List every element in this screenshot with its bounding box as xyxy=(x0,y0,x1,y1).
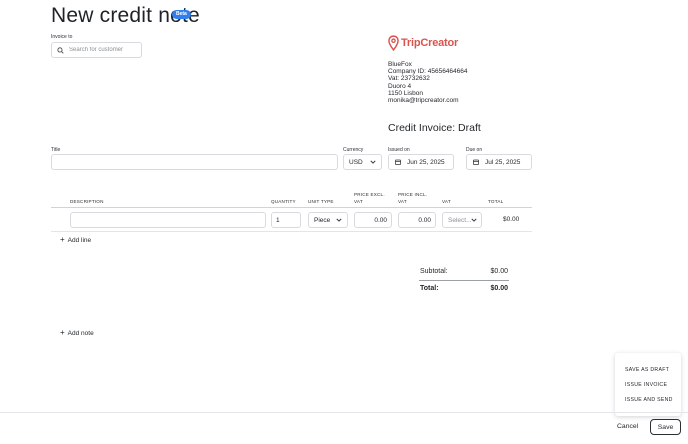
vat-placeholder: Select... xyxy=(448,216,472,224)
vat-select[interactable]: Select... xyxy=(442,212,482,228)
total-label: Total: xyxy=(420,285,439,292)
chevron-down-icon xyxy=(471,218,478,222)
menu-item-save-as-draft[interactable]: SAVE AS DRAFT xyxy=(625,367,669,373)
column-description: DESCRIPTION xyxy=(70,199,104,204)
description-input[interactable] xyxy=(70,212,266,228)
price-excl-vat-value: 0.00 xyxy=(374,216,387,224)
title-input[interactable] xyxy=(51,154,338,170)
table-header-divider xyxy=(51,207,532,208)
chevron-down-icon xyxy=(336,218,342,222)
subtotal-label: Subtotal: xyxy=(420,268,448,275)
location-pin-icon xyxy=(388,35,399,51)
company-email: monika@tripcreator.com xyxy=(388,97,459,105)
price-incl-vat-value: 0.00 xyxy=(418,216,431,224)
add-note-button[interactable]: + Add note xyxy=(60,329,94,337)
invoice-status: Credit Invoice: Draft xyxy=(388,122,481,134)
calendar-icon xyxy=(473,159,479,165)
menu-item-issue-invoice[interactable]: ISSUE INVOICE xyxy=(625,382,667,388)
plus-icon: + xyxy=(60,328,65,337)
table-row-divider xyxy=(51,231,532,232)
issued-on-date-picker[interactable]: Jun 25, 2025 xyxy=(388,154,454,170)
unit-type-select[interactable]: Piece xyxy=(308,212,348,228)
column-price-incl-vat: PRICE INCL. VAT xyxy=(398,192,427,205)
price-incl-vat-input[interactable]: 0.00 xyxy=(398,212,436,228)
company-city: 1150 Lisbon xyxy=(388,89,423,97)
footer-divider xyxy=(0,412,688,413)
add-line-button[interactable]: + Add line xyxy=(60,236,91,244)
beta-badge: Beta xyxy=(172,10,191,19)
due-on-date-picker[interactable]: Jul 25, 2025 xyxy=(466,154,532,170)
column-vat: VAT xyxy=(442,199,451,204)
column-total: TOTAL xyxy=(488,199,504,204)
column-price-incl-line2: VAT xyxy=(398,199,407,204)
cancel-button[interactable]: Cancel xyxy=(617,423,638,430)
unit-type-value: Piece xyxy=(314,216,331,224)
company-id: Company ID: 45656464664 xyxy=(388,68,468,76)
price-excl-vat-input[interactable]: 0.00 xyxy=(354,212,392,228)
menu-item-issue-and-send[interactable]: ISSUE AND SEND xyxy=(625,397,673,403)
currency-value: USD xyxy=(349,158,363,166)
quantity-value: 1 xyxy=(276,216,280,224)
add-line-label: Add line xyxy=(67,236,92,244)
customer-search-input[interactable] xyxy=(69,47,139,53)
total-value: $0.00 xyxy=(490,285,508,292)
column-price-incl-line1: PRICE INCL. xyxy=(398,192,428,197)
column-price-excl-line1: PRICE EXCL. xyxy=(354,192,385,197)
chevron-down-icon xyxy=(370,160,376,164)
column-quantity: QUANTITY xyxy=(271,199,296,204)
column-price-excl-line2: VAT xyxy=(354,199,363,204)
currency-label: Currency xyxy=(343,147,364,153)
search-icon xyxy=(57,46,64,54)
issued-on-label: Issued on xyxy=(388,147,410,153)
company-vat: Vat: 23732632 xyxy=(388,75,430,83)
column-unit-type: UNIT TYPE xyxy=(308,199,334,204)
save-button[interactable]: Save xyxy=(650,419,681,435)
row-total: $0.00 xyxy=(503,216,520,223)
title-label: Title xyxy=(51,147,61,153)
invoice-to-label: Invoice to xyxy=(51,34,73,40)
subtotal-value: $0.00 xyxy=(490,268,508,275)
company-street: Duoro 4 xyxy=(388,82,412,90)
plus-icon: + xyxy=(60,235,65,244)
issued-on-value: Jun 25, 2025 xyxy=(407,158,445,166)
due-on-label: Due on xyxy=(466,147,483,153)
customer-search-box[interactable] xyxy=(51,42,142,58)
column-price-excl-vat: PRICE EXCL. VAT xyxy=(354,192,385,205)
calendar-icon xyxy=(395,159,401,165)
brand-name: TripCreator xyxy=(401,37,459,49)
tripcreator-logo: TripCreator xyxy=(388,35,458,51)
totals-divider xyxy=(419,280,509,281)
due-on-value: Jul 25, 2025 xyxy=(485,158,521,166)
currency-select[interactable]: USD xyxy=(343,154,382,170)
quantity-input[interactable]: 1 xyxy=(271,212,301,228)
add-note-label: Add note xyxy=(67,329,94,337)
company-info: BlueFox Company ID: 45656464664 Vat: 237… xyxy=(388,61,468,104)
save-options-menu: SAVE AS DRAFT ISSUE INVOICE ISSUE AND SE… xyxy=(615,353,681,416)
company-name: BlueFox xyxy=(388,61,412,68)
